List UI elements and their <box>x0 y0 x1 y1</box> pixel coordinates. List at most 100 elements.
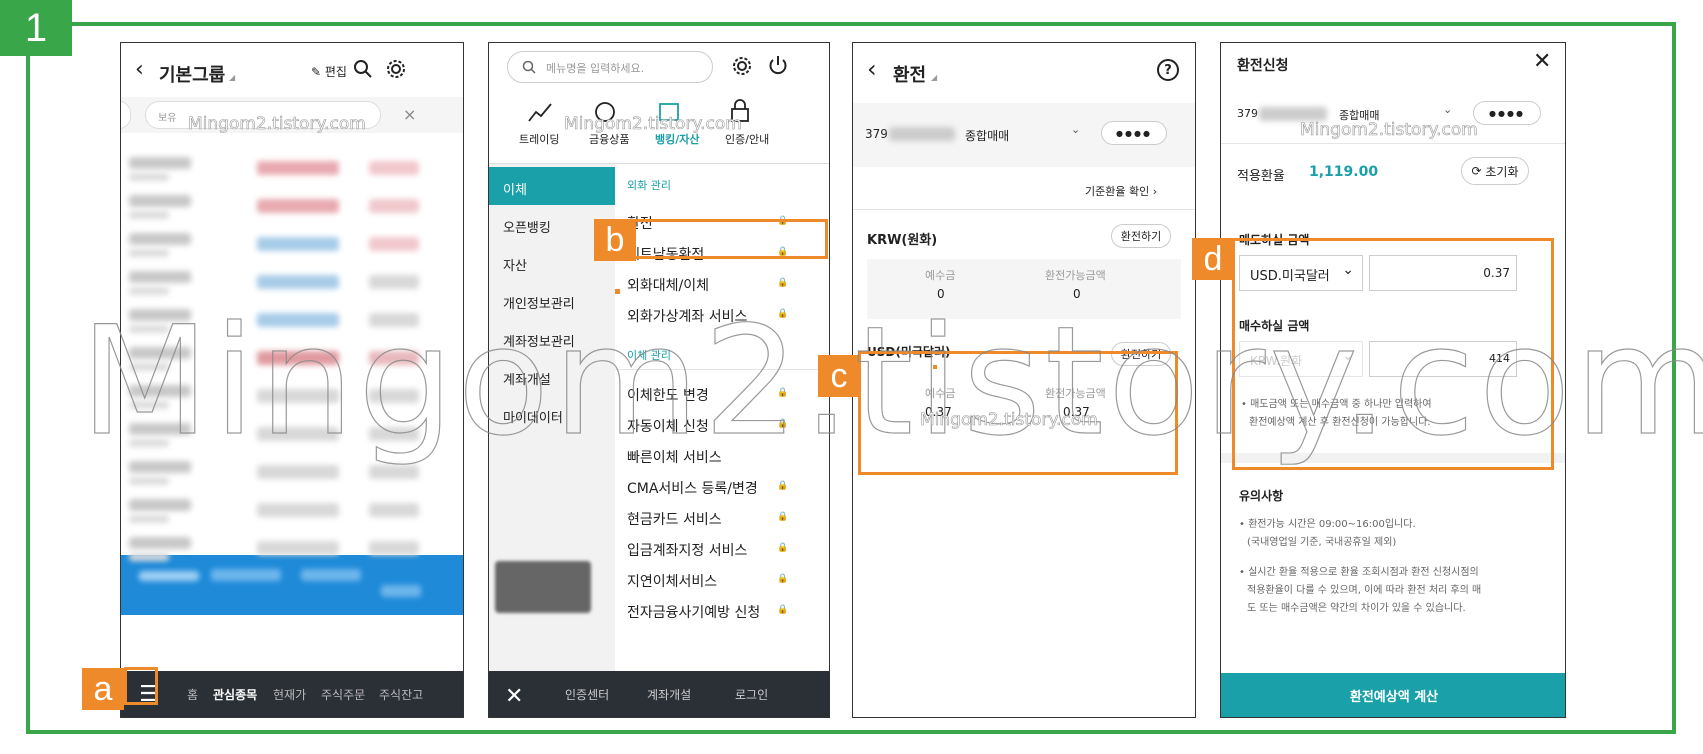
edit-button[interactable]: ✎ 편집 <box>311 63 347 80</box>
highlight-box-a <box>124 667 158 705</box>
top-menu-3[interactable]: 인증/안내 <box>725 131 769 147</box>
price-blur <box>257 237 339 251</box>
account-prefix: 379 <box>865 127 888 141</box>
menu-item-transfer-3[interactable]: CMA서비스 등록/변경 <box>627 478 758 498</box>
stock-row[interactable] <box>121 265 463 301</box>
tab-3[interactable]: 주식주문 <box>321 686 365 703</box>
stock-code-blur <box>129 553 169 561</box>
lock-icon: 🔒 <box>777 574 789 584</box>
top-menu-1[interactable]: 금융상품 <box>589 131 629 147</box>
stock-row[interactable] <box>121 379 463 415</box>
category-0[interactable]: 이체 <box>503 179 527 198</box>
menu-item-transfer-2[interactable]: 빠른이체 서비스 <box>627 447 722 467</box>
price-blur <box>257 313 339 327</box>
category-6[interactable]: 마이데이터 <box>503 407 563 426</box>
stock-row[interactable] <box>121 455 463 491</box>
password-field[interactable]: ●●●● <box>1473 101 1541 125</box>
price-blur <box>257 541 339 555</box>
menu-search-box[interactable]: 메뉴명을 입력하세요. <box>507 51 713 83</box>
stock-row[interactable] <box>121 189 463 225</box>
help-icon[interactable]: ? <box>1157 59 1179 81</box>
bottom-link-1[interactable]: 계좌개설 <box>647 686 691 703</box>
chevron-down-icon[interactable]: ⌄ <box>1071 123 1080 136</box>
bottom-link-0[interactable]: 인증센터 <box>565 686 609 703</box>
stock-code-blur <box>129 287 169 295</box>
filter-chip-hold[interactable]: 보유 <box>145 101 381 129</box>
thumbnail[interactable] <box>495 561 591 613</box>
highlight-box-c <box>858 351 1178 475</box>
section-foreign-currency: 외화 관리 <box>627 179 671 192</box>
price-blur <box>257 389 339 403</box>
lock-icon: 🔒 <box>777 419 789 429</box>
menu-item-transfer-7[interactable]: 전자금융사기예방 신청 <box>627 602 760 622</box>
caution-title: 유의사항 <box>1239 489 1284 503</box>
chip-label: 보유 <box>158 113 177 124</box>
menu-item-transfer-4[interactable]: 현금카드 서비스 <box>627 509 722 529</box>
stock-name-blur <box>129 309 191 321</box>
back-icon[interactable]: ‹ <box>135 57 144 82</box>
rate-link[interactable]: 기준환율 확인 › <box>1085 183 1157 199</box>
category-3[interactable]: 개인정보관리 <box>503 293 575 312</box>
stock-row[interactable] <box>121 341 463 377</box>
stock-row[interactable] <box>121 151 463 187</box>
menu-item-transfer-1[interactable]: 자동이체 신청 <box>627 416 709 436</box>
password-field[interactable]: ●●●● <box>1101 121 1167 145</box>
caution-1-line-2: (국내영업일 기준, 국내공휴일 제외) <box>1247 537 1397 548</box>
gear-icon[interactable] <box>731 55 753 77</box>
menu-item-fx-3[interactable]: 외화가상계좌 서비스 <box>627 306 747 326</box>
chevron-down-icon[interactable]: ⌄ <box>1443 103 1452 116</box>
tag-a: a <box>82 668 124 710</box>
stock-row[interactable] <box>121 493 463 529</box>
rate-link-text: 기준환율 확인 <box>1085 185 1150 198</box>
caution-2-line-1: • 실시간 환율 적용으로 환율 조회시점과 환전 신청시점의 <box>1239 567 1479 578</box>
change-blur <box>369 199 419 213</box>
stock-row[interactable] <box>121 417 463 453</box>
category-5[interactable]: 계좌개설 <box>503 369 551 388</box>
krw-exchange-button[interactable]: 환전하기 <box>1111 224 1171 248</box>
price-blur <box>257 275 339 289</box>
menu-item-transfer-0[interactable]: 이체한도 변경 <box>627 385 709 405</box>
caution-1-text: 환전가능 시간은 09:00~16:00입니다. <box>1248 519 1416 530</box>
reset-label: 초기화 <box>1485 164 1519 179</box>
group-title[interactable]: 기본그룹 <box>159 61 225 87</box>
top-menu-2[interactable]: 뱅킹/자산 <box>655 131 700 147</box>
price-blur <box>257 465 339 479</box>
reset-button[interactable]: ⟳ 초기화 <box>1461 157 1529 185</box>
tab-1[interactable]: 관심종목 <box>213 686 257 703</box>
rate-value: 1,119.00 <box>1309 164 1379 180</box>
menu-item-transfer-6[interactable]: 지연이체서비스 <box>627 571 717 591</box>
back-icon[interactable]: ‹ <box>867 55 877 83</box>
close-icon[interactable]: ✕ <box>505 684 523 709</box>
lock-icon: 🔒 <box>777 309 789 319</box>
stock-row[interactable] <box>121 303 463 339</box>
calculate-button[interactable]: 환전예상액 계산 <box>1221 673 1565 717</box>
menu-item-fx-2[interactable]: 외화대체/이체 <box>627 275 709 295</box>
close-icon[interactable]: × <box>403 105 416 124</box>
category-4[interactable]: 계좌정보관리 <box>503 331 575 350</box>
top-menu-0[interactable]: 트레이딩 <box>519 131 559 147</box>
menu-item-transfer-5[interactable]: 입금계좌지정 서비스 <box>627 540 747 560</box>
category-1[interactable]: 오픈뱅킹 <box>503 217 551 236</box>
category-2[interactable]: 자산 <box>503 255 527 274</box>
change-blur <box>369 427 419 441</box>
bottom-link-2[interactable]: 로그인 <box>735 686 768 703</box>
account-number[interactable]: 379 <box>865 127 888 141</box>
stock-row[interactable] <box>121 227 463 263</box>
tag-c: c <box>818 355 860 397</box>
stock-name-blur <box>129 461 191 473</box>
change-blur <box>369 313 419 327</box>
price-blur <box>257 351 339 365</box>
search-icon[interactable] <box>353 59 373 79</box>
gear-icon[interactable] <box>385 58 407 80</box>
caution-1-line-1: • 환전가능 시간은 09:00~16:00입니다. <box>1239 519 1416 530</box>
tab-4[interactable]: 주식잔고 <box>379 686 423 703</box>
lock-icon <box>731 99 749 122</box>
stock-name-blur <box>129 385 191 397</box>
tab-0[interactable]: 홈 <box>187 686 198 703</box>
tab-2[interactable]: 현재가 <box>273 686 306 703</box>
stock-code-blur <box>129 249 169 257</box>
lock-icon: 🔒 <box>777 481 789 491</box>
power-icon[interactable] <box>767 54 789 76</box>
close-icon[interactable]: ✕ <box>1533 49 1551 74</box>
stock-row[interactable] <box>121 531 463 567</box>
